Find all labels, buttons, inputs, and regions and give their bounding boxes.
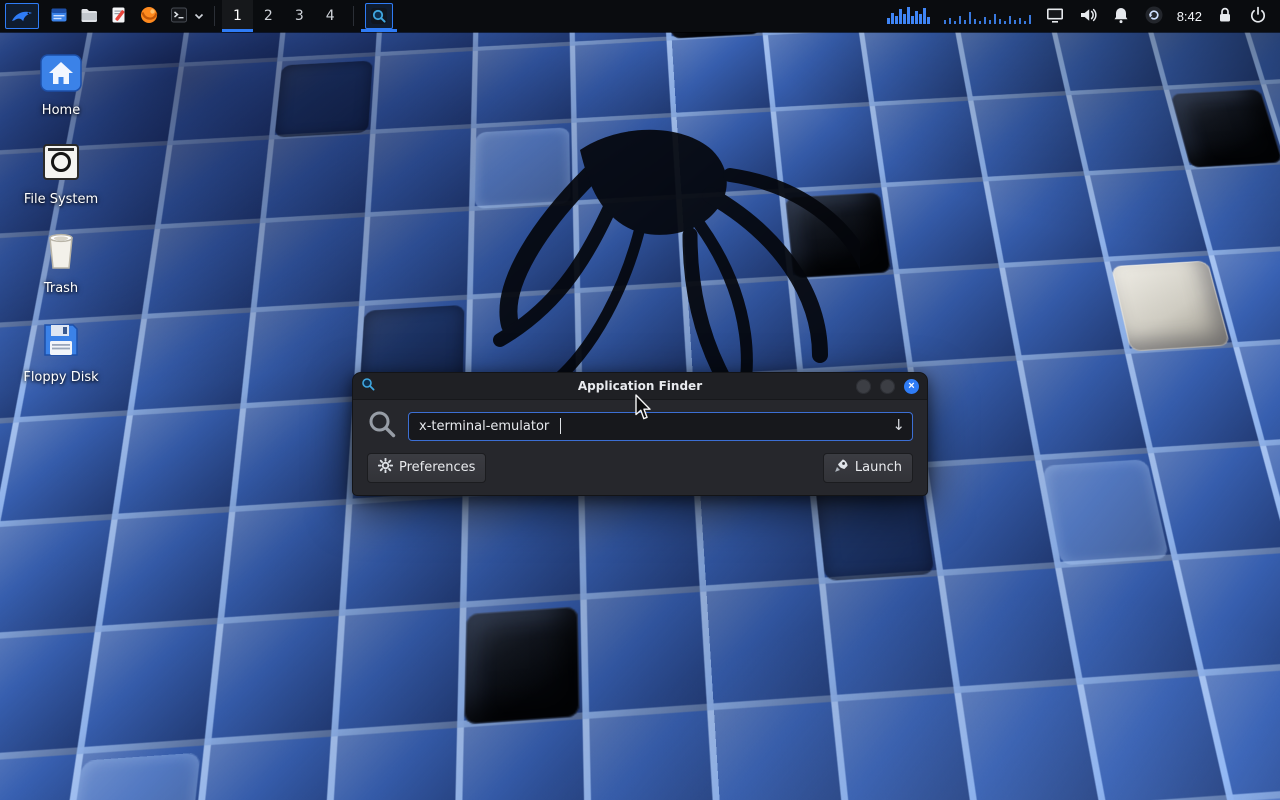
terminal-launcher[interactable] (164, 0, 194, 32)
search-icon (367, 409, 397, 443)
panel-separator (353, 6, 354, 26)
files-launcher[interactable] (74, 0, 104, 32)
desktop-icon-label: File System (24, 193, 98, 208)
workspace-button-3[interactable]: 3 (284, 0, 315, 32)
firefox-launcher[interactable] (134, 0, 164, 32)
workspace-button-1[interactable]: 1 (222, 0, 253, 32)
update-icon (1144, 5, 1164, 28)
top-panel: 1 2 3 4 (0, 0, 1280, 32)
combo-dropdown-arrow[interactable]: ↓ (892, 418, 905, 433)
text-editor-launcher[interactable] (104, 0, 134, 32)
dialog-title: Application Finder (353, 379, 927, 393)
home-folder-icon (38, 52, 84, 98)
preferences-button[interactable]: Preferences (367, 453, 486, 483)
text-caret (560, 418, 561, 434)
workspace-button-2[interactable]: 2 (253, 0, 284, 32)
lock-icon (1215, 5, 1235, 28)
logout-tray-button[interactable] (1246, 0, 1270, 32)
file-manager-launcher[interactable] (44, 0, 74, 32)
launch-icon (834, 458, 849, 477)
lock-screen-tray-button[interactable] (1213, 0, 1237, 32)
kali-menu-button[interactable] (0, 0, 44, 32)
volume-icon (1078, 5, 1098, 28)
updates-tray-button[interactable] (1142, 0, 1166, 32)
maximize-button[interactable] (880, 379, 895, 394)
mouse-cursor (634, 394, 654, 422)
window-icon (49, 5, 69, 28)
display-settings-tray-button[interactable] (1043, 0, 1067, 32)
close-button[interactable]: × (904, 379, 919, 394)
launch-button[interactable]: Launch (823, 453, 913, 483)
document-edit-icon (109, 5, 129, 28)
desktop-icon-label: Floppy Disk (23, 371, 98, 386)
firefox-icon (139, 5, 159, 28)
app-finder-window-icon (361, 377, 376, 396)
system-tray: 8:42 (887, 0, 1280, 32)
launch-button-label: Launch (855, 460, 902, 475)
terminal-dropdown-arrow[interactable] (194, 0, 207, 32)
power-icon (1248, 5, 1268, 28)
file-system-icon (38, 141, 84, 187)
desktop-icon-label: Home (42, 104, 80, 119)
application-finder-window: Application Finder × x-terminal-emulator… (352, 372, 928, 496)
terminal-icon (169, 5, 189, 28)
desktop-icon-trash[interactable]: Trash (18, 230, 104, 297)
folder-icon (79, 5, 99, 28)
network-monitor-graph[interactable] (887, 4, 933, 28)
floppy-disk-icon (38, 319, 84, 365)
desktop-icon-floppy-disk[interactable]: Floppy Disk (18, 319, 104, 386)
desktop-icon-file-system[interactable]: File System (18, 141, 104, 208)
notifications-tray-button[interactable] (1109, 0, 1133, 32)
preferences-button-label: Preferences (399, 460, 475, 475)
search-input-value: x-terminal-emulator (419, 419, 549, 434)
clock[interactable]: 8:42 (1175, 0, 1204, 32)
display-icon (1045, 5, 1065, 28)
minimize-button[interactable] (856, 379, 871, 394)
desktop-icon-label: Trash (44, 282, 78, 297)
volume-tray-button[interactable] (1076, 0, 1100, 32)
gear-icon (378, 458, 393, 477)
panel-separator (214, 6, 215, 26)
system-monitor-graph[interactable] (942, 4, 1034, 28)
desktop-icon-home[interactable]: Home (18, 52, 104, 119)
desktop-icon-column: Home File System Trash (18, 52, 104, 408)
app-finder-icon (365, 3, 393, 29)
bell-icon (1111, 5, 1131, 28)
panel-spacer (397, 0, 887, 32)
workspace-button-4[interactable]: 4 (315, 0, 346, 32)
trash-icon (38, 230, 84, 276)
kali-dragon-icon (5, 3, 39, 29)
search-input[interactable]: x-terminal-emulator ↓ (408, 412, 913, 441)
taskbar-window-application-finder[interactable] (361, 0, 397, 32)
